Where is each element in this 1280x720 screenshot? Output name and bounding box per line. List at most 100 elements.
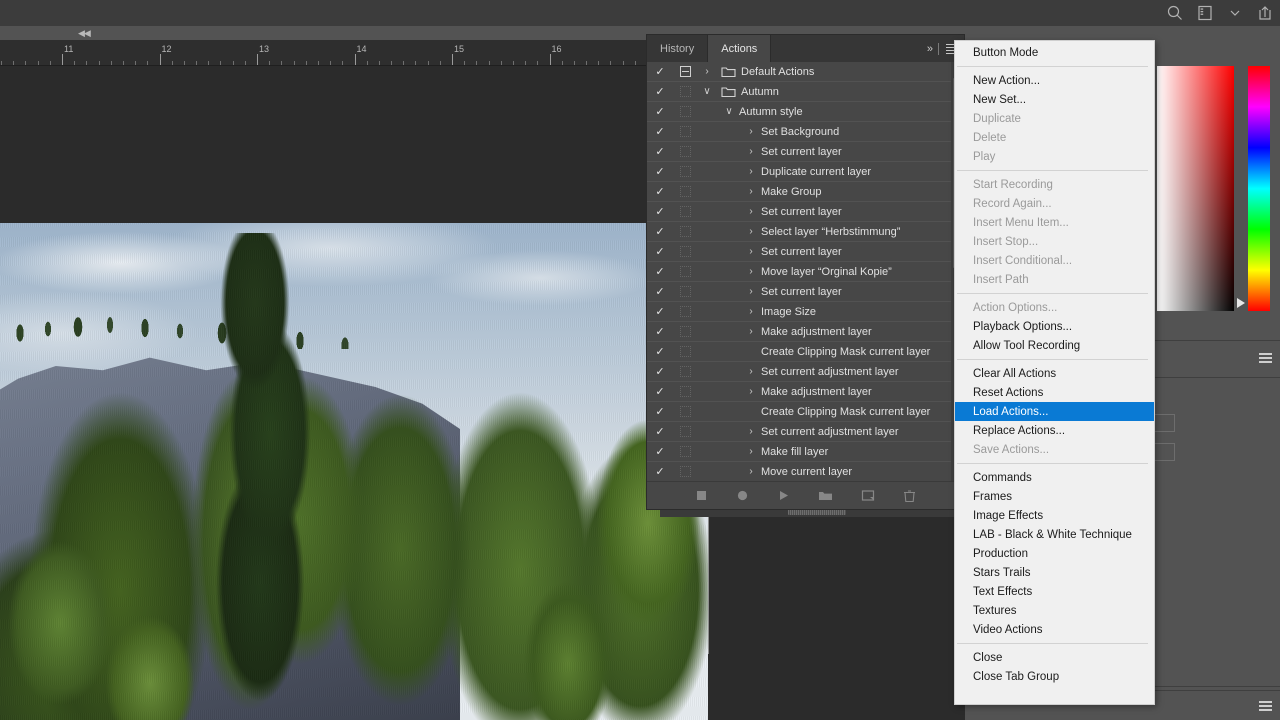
expand-arrow-icon[interactable]: › xyxy=(741,306,761,317)
action-enabled-checkmark[interactable]: ✓ xyxy=(647,105,673,118)
menu-item-image-effects[interactable]: Image Effects xyxy=(955,506,1154,525)
action-row[interactable]: ✓ › Select layer “Herbstimmung” xyxy=(647,222,964,242)
action-row[interactable]: ✓ ∨ Autumn style xyxy=(647,102,964,122)
chevron-double-right-icon[interactable]: » xyxy=(927,43,933,55)
menu-item-close-tab-group[interactable]: Close Tab Group xyxy=(955,667,1154,686)
action-enabled-checkmark[interactable]: ✓ xyxy=(647,205,673,218)
actions-panel[interactable]: History Actions » ✓ › Default Actions ✓ ∨ Aut… xyxy=(646,34,965,510)
action-row[interactable]: ✓ › Default Actions xyxy=(647,62,964,82)
action-row[interactable]: ✓ › Move layer “Orginal Kopie” xyxy=(647,262,964,282)
delete-icon[interactable] xyxy=(903,489,916,503)
action-row[interactable]: ✓ › Make adjustment layer xyxy=(647,322,964,342)
action-dialog-toggle[interactable] xyxy=(673,66,697,77)
action-dialog-toggle[interactable] xyxy=(673,126,697,137)
expand-arrow-icon[interactable]: › xyxy=(741,166,761,177)
expand-arrow-icon[interactable]: › xyxy=(741,186,761,197)
expand-arrow-icon[interactable]: › xyxy=(741,466,761,477)
menu-item-allow-tool-recording[interactable]: Allow Tool Recording xyxy=(955,336,1154,355)
menu-item-clear-all-actions[interactable]: Clear All Actions xyxy=(955,364,1154,383)
menu-item-new-action[interactable]: New Action... xyxy=(955,71,1154,90)
expand-arrow-icon[interactable]: › xyxy=(741,146,761,157)
action-enabled-checkmark[interactable]: ✓ xyxy=(647,385,673,398)
menu-item-load-actions[interactable]: Load Actions... xyxy=(955,402,1154,421)
play-icon[interactable] xyxy=(777,489,790,502)
saturation-value-area[interactable] xyxy=(1157,66,1234,311)
action-row[interactable]: ✓ › Set current adjustment layer xyxy=(647,362,964,382)
actions-panel-context-menu[interactable]: Button Mode New Action... New Set... Duplic… xyxy=(954,40,1155,705)
action-enabled-checkmark[interactable]: ✓ xyxy=(647,85,673,98)
expand-arrow-icon[interactable]: › xyxy=(741,366,761,377)
menu-item-textures[interactable]: Textures xyxy=(955,601,1154,620)
action-dialog-toggle[interactable] xyxy=(673,86,697,97)
action-dialog-toggle[interactable] xyxy=(673,106,697,117)
action-enabled-checkmark[interactable]: ✓ xyxy=(647,185,673,198)
action-dialog-toggle[interactable] xyxy=(673,366,697,377)
action-enabled-checkmark[interactable]: ✓ xyxy=(647,285,673,298)
menu-item-replace-actions[interactable]: Replace Actions... xyxy=(955,421,1154,440)
action-enabled-checkmark[interactable]: ✓ xyxy=(647,265,673,278)
expand-arrow-icon[interactable]: › xyxy=(741,126,761,137)
action-dialog-toggle[interactable] xyxy=(673,146,697,157)
expand-arrow-icon[interactable]: › xyxy=(741,386,761,397)
menu-item-production[interactable]: Production xyxy=(955,544,1154,563)
action-enabled-checkmark[interactable]: ✓ xyxy=(647,245,673,258)
actions-list[interactable]: ✓ › Default Actions ✓ ∨ Autumn ✓ ∨ Autumn style ✓… xyxy=(647,62,964,481)
workspace-icon[interactable] xyxy=(1196,4,1214,22)
action-row[interactable]: ✓ › Set current layer xyxy=(647,282,964,302)
action-enabled-checkmark[interactable]: ✓ xyxy=(647,65,673,78)
action-enabled-checkmark[interactable]: ✓ xyxy=(647,405,673,418)
tab-actions[interactable]: Actions xyxy=(708,35,772,62)
expand-arrow-icon[interactable]: › xyxy=(741,246,761,257)
action-enabled-checkmark[interactable]: ✓ xyxy=(647,125,673,138)
action-row[interactable]: ✓ › Image Size xyxy=(647,302,964,322)
action-dialog-toggle[interactable] xyxy=(673,326,697,337)
action-dialog-toggle[interactable] xyxy=(673,446,697,457)
action-enabled-checkmark[interactable]: ✓ xyxy=(647,425,673,438)
expand-arrow-open-icon[interactable]: ∨ xyxy=(697,86,717,97)
action-enabled-checkmark[interactable]: ✓ xyxy=(647,345,673,358)
expand-arrow-icon[interactable]: › xyxy=(741,206,761,217)
stop-icon[interactable] xyxy=(695,489,708,502)
menu-item-frames[interactable]: Frames xyxy=(955,487,1154,506)
hue-slider[interactable] xyxy=(1248,66,1270,311)
tab-history[interactable]: History xyxy=(647,35,709,62)
expand-arrow-icon[interactable]: › xyxy=(741,426,761,437)
hue-slider-marker[interactable] xyxy=(1237,298,1245,308)
expand-arrow-icon[interactable]: › xyxy=(741,226,761,237)
action-dialog-toggle[interactable] xyxy=(673,246,697,257)
action-row[interactable]: ✓ › Set Background xyxy=(647,122,964,142)
action-enabled-checkmark[interactable]: ✓ xyxy=(647,445,673,458)
action-enabled-checkmark[interactable]: ✓ xyxy=(647,365,673,378)
new-action-icon[interactable] xyxy=(861,489,875,502)
action-enabled-checkmark[interactable]: ✓ xyxy=(647,165,673,178)
expand-arrow-icon[interactable]: › xyxy=(697,66,717,77)
action-dialog-toggle[interactable] xyxy=(673,346,697,357)
search-icon[interactable] xyxy=(1166,4,1184,22)
collapse-left-icon[interactable]: ◀◀ xyxy=(78,28,91,39)
action-row[interactable]: ✓ › Set current layer xyxy=(647,202,964,222)
action-dialog-toggle[interactable] xyxy=(673,306,697,317)
action-row[interactable]: ✓ ∨ Autumn xyxy=(647,82,964,102)
menu-item-new-set[interactable]: New Set... xyxy=(955,90,1154,109)
action-enabled-checkmark[interactable]: ✓ xyxy=(647,145,673,158)
expand-arrow-icon[interactable]: › xyxy=(741,446,761,457)
share-icon[interactable] xyxy=(1256,4,1274,22)
menu-item-video-actions[interactable]: Video Actions xyxy=(955,620,1154,639)
action-enabled-checkmark[interactable]: ✓ xyxy=(647,465,673,478)
menu-item-playback-options[interactable]: Playback Options... xyxy=(955,317,1154,336)
action-dialog-toggle[interactable] xyxy=(673,426,697,437)
panel-menu-icon-properties[interactable] xyxy=(1259,353,1272,363)
menu-item-text-effects[interactable]: Text Effects xyxy=(955,582,1154,601)
action-enabled-checkmark[interactable]: ✓ xyxy=(647,325,673,338)
panel-menu-icon-bottom[interactable] xyxy=(1259,701,1272,711)
action-row[interactable]: ✓ › Set current adjustment layer xyxy=(647,422,964,442)
action-row[interactable]: ✓ › Set current layer xyxy=(647,242,964,262)
action-row[interactable]: ✓ Create Clipping Mask current layer xyxy=(647,402,964,422)
action-dialog-toggle[interactable] xyxy=(673,206,697,217)
chevron-down-icon[interactable] xyxy=(1226,4,1244,22)
record-icon[interactable] xyxy=(736,489,749,502)
expand-arrow-icon[interactable]: › xyxy=(741,326,761,337)
menu-item-reset-actions[interactable]: Reset Actions xyxy=(955,383,1154,402)
action-row[interactable]: ✓ Create Clipping Mask current layer xyxy=(647,342,964,362)
action-dialog-toggle[interactable] xyxy=(673,186,697,197)
